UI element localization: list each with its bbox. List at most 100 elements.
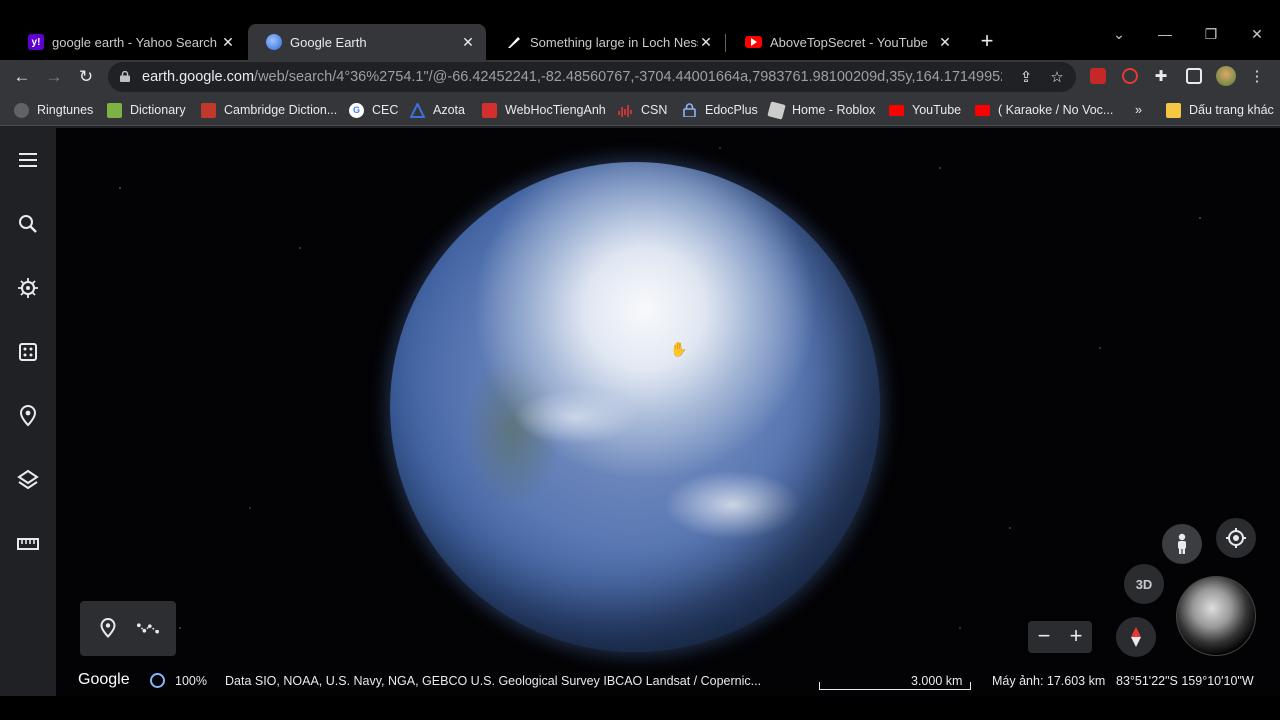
bookmark-label: Cambridge Diction...	[224, 103, 338, 117]
bookmark-youtube[interactable]: YouTube	[889, 101, 961, 119]
close-icon[interactable]: ✕	[698, 34, 714, 51]
pegman-icon[interactable]	[1162, 524, 1202, 564]
menu-dots-icon[interactable]: ⋮	[1248, 67, 1266, 85]
address-bar[interactable]: earth.google.com/web/search/4°36%2754.1"…	[108, 62, 1076, 92]
wave-icon	[618, 103, 633, 118]
voyager-icon[interactable]	[12, 272, 44, 304]
bookmark-label: Azota	[433, 103, 465, 117]
tab-yahoo[interactable]: y! google earth - Yahoo Search Res ✕	[10, 24, 246, 60]
extensions-puzzle-icon[interactable]: ✚	[1152, 67, 1170, 85]
status-bar: Google 100% Data SIO, NOAA, U.S. Navy, N…	[0, 666, 1280, 696]
bookmarks-overflow-icon[interactable]: »	[1135, 101, 1142, 119]
my-location-icon[interactable]	[1216, 518, 1256, 558]
add-placemark-icon[interactable]	[97, 617, 119, 639]
tab-youtube[interactable]: AboveTopSecret - YouTube ✕	[727, 24, 963, 60]
bookmarks-bar: Ringtunes Dictionary Cambridge Diction..…	[0, 94, 1280, 126]
browser-chrome: y! google earth - Yahoo Search Res ✕ Goo…	[0, 0, 1280, 128]
back-icon[interactable]: ←	[10, 65, 34, 89]
reload-icon[interactable]: ↻	[74, 65, 98, 89]
bookmark-label: EdocPlus	[705, 103, 758, 117]
bookmark-edocplus[interactable]: EdocPlus	[682, 101, 758, 119]
tab-title: google earth - Yahoo Search Res	[52, 34, 220, 50]
lock-icon	[120, 71, 130, 82]
minimap-globe[interactable]	[1176, 576, 1256, 656]
compass-icon[interactable]	[1116, 617, 1156, 657]
overflow-label: »	[1135, 103, 1142, 117]
edit-icon	[506, 34, 522, 50]
camera-altitude: Máy ảnh: 17.603 km	[992, 674, 1106, 688]
tab-loch-ness[interactable]: Something large in Loch Ness or ✕	[488, 24, 724, 60]
puzzle-icon	[107, 102, 122, 118]
load-percent: 100%	[175, 674, 207, 688]
zoom-out-icon[interactable]: −	[1028, 621, 1060, 653]
bookmark-label: Dấu trang khác	[1189, 103, 1274, 117]
globe[interactable]	[390, 162, 880, 652]
new-tab-icon[interactable]: +	[977, 30, 997, 54]
crest-icon	[201, 102, 216, 118]
star-icon[interactable]: ☆	[1048, 68, 1066, 86]
bookmark-label: Dictionary	[130, 103, 186, 117]
google-icon: G	[349, 102, 364, 118]
bookmark-roblox[interactable]: Home - Roblox	[767, 100, 876, 120]
search-icon[interactable]	[12, 208, 44, 240]
bookmark-cec[interactable]: G CEC	[349, 101, 398, 119]
toggle-3d-button[interactable]: 3D	[1124, 564, 1164, 604]
bookmark-label: YouTube	[912, 103, 962, 117]
bookmark-label: CSN	[641, 103, 668, 117]
draw-path-icon[interactable]	[137, 617, 159, 639]
bookmark-label: Ringtunes	[37, 103, 94, 117]
bookmark-csn[interactable]: CSN	[618, 101, 667, 119]
lock-icon	[682, 103, 697, 118]
bookmark-label: CEC	[372, 103, 399, 117]
restore-icon[interactable]: ❐	[1196, 26, 1226, 43]
bookmark-dictionary[interactable]: Dictionary	[107, 101, 186, 119]
tab-title: AboveTopSecret - YouTube	[770, 34, 928, 50]
url-path: /web/search/4°36%2754.1"/@-66.42452241,-…	[254, 69, 1002, 85]
close-icon[interactable]: ✕	[460, 34, 476, 51]
bookmark-label: WebHocTiengAnh	[505, 103, 606, 117]
loading-ring-icon	[150, 673, 165, 688]
data-attribution[interactable]: Data SIO, NOAA, U.S. Navy, NGA, GEBCO U.…	[225, 674, 761, 688]
earth-viewport[interactable]	[0, 128, 1280, 696]
bookmark-ringtunes[interactable]: Ringtunes	[14, 101, 93, 119]
coordinates: 83°51'22"S 159°10'10"W	[1116, 674, 1254, 688]
roblox-icon	[767, 100, 786, 120]
tab-strip: y! google earth - Yahoo Search Res ✕ Goo…	[0, 0, 1280, 60]
tab-google-earth[interactable]: Google Earth ✕	[248, 24, 486, 60]
bookmark-azota[interactable]: Azota	[410, 101, 465, 119]
extension-red-icon[interactable]	[1090, 68, 1106, 84]
tab-title: Something large in Loch Ness or	[530, 34, 698, 50]
letterbox-bottom	[0, 696, 1280, 720]
url-host: earth.google.com	[142, 69, 255, 85]
close-icon[interactable]: ✕	[220, 34, 236, 51]
toolbar: ← → ↻ earth.google.com/web/search/4°36%2…	[0, 60, 1280, 94]
close-icon[interactable]: ✕	[937, 34, 953, 51]
forward-icon[interactable]: →	[42, 65, 66, 89]
triangle-icon	[410, 102, 425, 118]
bookmark-webhoctienganh[interactable]: WebHocTiengAnh	[482, 101, 606, 119]
youtube-icon	[745, 36, 762, 48]
side-panel-icon[interactable]	[1186, 68, 1202, 84]
zoom-control: − +	[1028, 621, 1092, 653]
bookmark-cambridge[interactable]: Cambridge Diction...	[201, 101, 337, 119]
feeling-lucky-dice-icon[interactable]	[12, 336, 44, 368]
avatar[interactable]	[1216, 66, 1236, 86]
globe-icon	[266, 34, 282, 50]
google-logo: Google	[78, 671, 130, 688]
menu-icon[interactable]	[12, 144, 44, 176]
share-icon[interactable]: ⇪	[1017, 68, 1035, 86]
minimize-icon[interactable]: —	[1150, 26, 1180, 42]
other-bookmarks[interactable]: Dấu trang khác	[1166, 101, 1274, 119]
measure-ruler-icon[interactable]	[12, 528, 44, 560]
tab-title: Google Earth	[290, 34, 367, 50]
map-style-layers-icon[interactable]	[12, 464, 44, 496]
url-text: earth.google.com/web/search/4°36%2754.1"…	[142, 69, 1002, 85]
close-window-icon[interactable]: ✕	[1242, 26, 1272, 43]
grab-cursor-icon: ✋	[670, 341, 688, 357]
block-icon[interactable]	[1122, 68, 1138, 84]
tab-search-icon[interactable]: ⌄	[1104, 26, 1134, 43]
zoom-in-icon[interactable]: +	[1060, 621, 1092, 653]
bookmark-label: Home - Roblox	[792, 103, 876, 117]
projects-pin-icon[interactable]	[12, 400, 44, 432]
bookmark-karaoke[interactable]: ( Karaoke / No Voc...	[975, 101, 1113, 119]
